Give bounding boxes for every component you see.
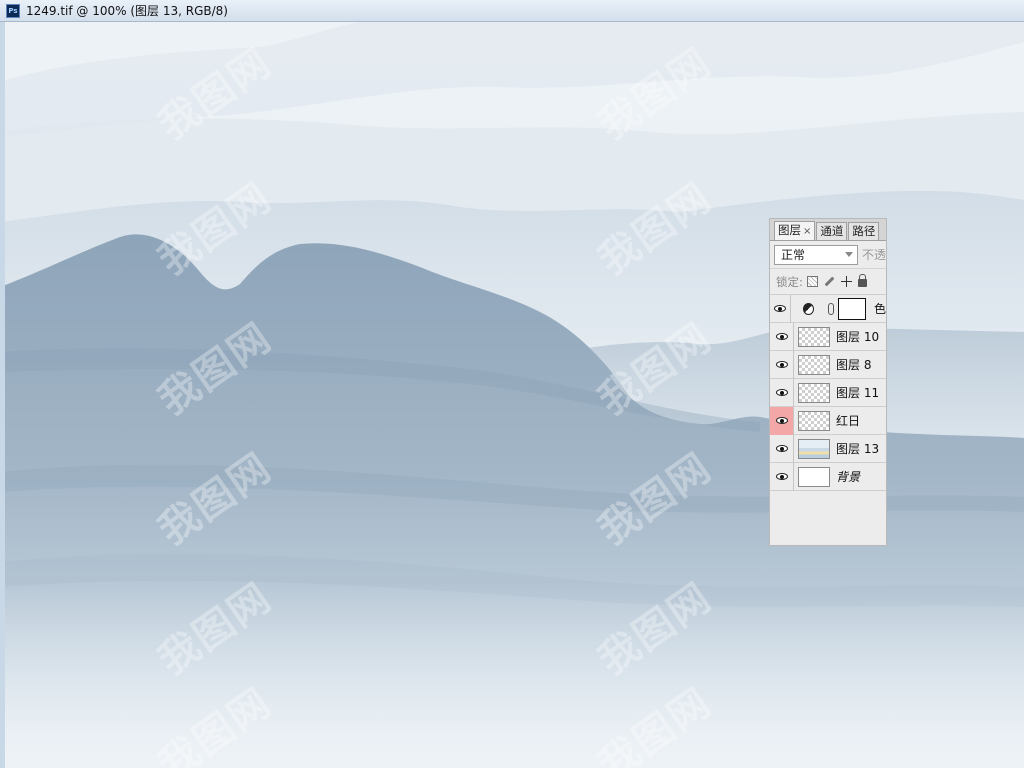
tab-channels[interactable]: 通道 [816, 222, 848, 240]
document-title: 1249.tif @ 100% (图层 13, RGB/8) [26, 4, 228, 18]
lock-label: 锁定: [776, 274, 803, 289]
layers-panel[interactable]: 图层 × 通道 路径 正常 不透 锁定: 色 图层 10 图层 8 图层 11 … [769, 218, 887, 546]
tab-paths[interactable]: 路径 [848, 222, 880, 240]
visibility-toggle[interactable] [770, 322, 794, 351]
layer-name: 红日 [836, 414, 861, 428]
eye-icon [775, 333, 788, 340]
layer-thumbnail [798, 382, 830, 403]
adjustment-layer-name: 色 [873, 302, 886, 316]
tab-channels-label: 通道 [820, 224, 844, 238]
visibility-toggle[interactable] [770, 378, 794, 407]
blend-mode-row: 正常 不透 [770, 241, 886, 269]
layer-row-adjustment[interactable]: 色 [770, 294, 886, 323]
canvas-left-edge [0, 22, 5, 768]
layer-name: 图层 8 [836, 358, 872, 372]
layer-row[interactable]: 图层 13 [770, 434, 886, 463]
layer-thumbnail [798, 438, 830, 459]
visibility-toggle[interactable] [770, 350, 794, 379]
panel-tabs: 图层 × 通道 路径 [770, 219, 886, 241]
opacity-label: 不透 [861, 248, 886, 262]
visibility-toggle[interactable] [770, 434, 794, 463]
visibility-toggle[interactable] [770, 294, 792, 323]
tab-paths-label: 路径 [852, 224, 876, 238]
lock-image-pixels-icon[interactable] [822, 274, 838, 290]
layer-thumbnail [798, 354, 830, 375]
tab-layers[interactable]: 图层 × [774, 221, 816, 240]
lock-transparent-pixels-icon[interactable] [806, 276, 818, 287]
adjustment-layer-icon [803, 302, 815, 315]
layer-row[interactable]: 图层 8 [770, 350, 886, 379]
layer-thumbnail [798, 326, 830, 347]
layer-name: 背景 [836, 470, 861, 484]
eye-icon [775, 445, 788, 452]
document-title-bar[interactable]: Ps 1249.tif @ 100% (图层 13, RGB/8) [0, 0, 1024, 22]
eye-icon [775, 473, 788, 480]
close-icon[interactable]: × [803, 226, 811, 237]
eye-icon [774, 305, 787, 312]
blend-mode-select[interactable]: 正常 [774, 244, 858, 265]
layer-thumbnail [798, 466, 830, 487]
layer-row[interactable]: 图层 10 [770, 322, 886, 351]
visibility-toggle[interactable] [770, 462, 794, 491]
layer-name: 图层 13 [836, 442, 880, 456]
eye-icon [775, 361, 788, 368]
blend-mode-value: 正常 [781, 248, 806, 262]
chevron-down-icon [844, 251, 853, 257]
layer-mask-thumbnail[interactable] [837, 297, 866, 320]
photoshop-icon: Ps [6, 3, 20, 18]
link-chain-icon[interactable] [828, 302, 834, 315]
layer-name: 图层 11 [836, 386, 880, 400]
eye-icon [775, 389, 788, 396]
lock-position-icon[interactable] [840, 276, 852, 287]
layer-name: 图层 10 [836, 330, 880, 344]
layer-row-background[interactable]: 背景 [770, 462, 886, 491]
layer-row[interactable]: 图层 11 [770, 378, 886, 407]
lock-row: 锁定: [770, 269, 886, 295]
layer-thumbnail [798, 410, 830, 431]
lock-all-icon[interactable] [857, 274, 867, 287]
eye-icon [775, 417, 788, 424]
visibility-toggle[interactable] [770, 406, 794, 435]
layer-row-highlighted[interactable]: 红日 [770, 406, 886, 435]
tab-layers-label: 图层 [778, 223, 801, 237]
